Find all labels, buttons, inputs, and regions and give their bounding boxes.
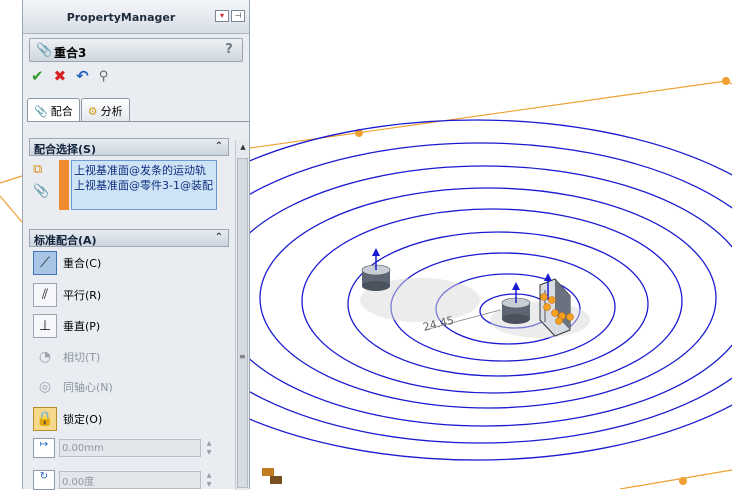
list-item[interactable]: 上视基准面@发条的运动轨 [74,163,214,178]
tab-label: 分析 [100,105,123,118]
mate-parallel[interactable]: ⫽ 平行(R) [33,282,101,308]
pushpin-icon[interactable]: ⚲ [99,69,109,84]
scroll-thumb[interactable] [237,158,248,488]
mate-coincident[interactable]: ⟋ 重合(C) [33,250,101,276]
group-title: 配合选择(S) [34,143,96,156]
tab-strip: 📎 配合 ⚙ 分析 [27,98,131,122]
selection-list[interactable]: 上视基准面@发条的运动轨 上视基准面@零件3-1@装配 [71,160,217,210]
collapse-chevron-icon[interactable]: ⌃ [215,232,223,243]
distance-field: ↦ ▲▼ [33,437,215,459]
window-options-icon[interactable]: ▾ [215,10,229,22]
tangent-icon: ◔ [38,349,52,365]
mate-label: 垂直(P) [63,320,101,333]
cylinder-part[interactable] [501,282,531,324]
mate-selections-box: ⧉ 📎 上视基准面@发条的运动轨 上视基准面@零件3-1@装配 [29,158,229,216]
mate-tangent[interactable]: ◔ 相切(T) [33,344,100,370]
mate-label: 重合(C) [63,257,102,270]
ok-checkmark-icon[interactable]: ✔ [31,67,44,85]
parallel-icon: ⫽ [33,283,57,307]
standard-mates-header[interactable]: 标准配合(A) ⌃ [29,229,229,247]
scroll-grip-icon: ≡ [239,352,246,361]
selection-color-bar [59,160,69,210]
help-button[interactable]: ? [221,42,237,58]
feature-title-bar: 📎 重合3 ? [29,38,243,62]
perpendicular-icon: ⊥ [33,314,57,338]
mate-clip-icon: 📎 [34,105,48,118]
analysis-icon: ⚙ [87,105,98,118]
tab-mates[interactable]: 📎 配合 [27,98,80,122]
property-manager-panel: PropertyManager ▾ ⊣ 📎 重合3 ? ✔ ✖ ↶ ⚲ 📎 配合 … [22,0,250,491]
cancel-x-icon[interactable]: ✖ [54,67,67,85]
distance-spinner[interactable]: ▲ ▼ [203,439,215,457]
tab-label: 配合 [50,105,73,118]
angle-field: ↻ ▲▼ [33,469,215,491]
mate-selections-header[interactable]: 配合选择(S) ⌃ [29,138,229,156]
property-manager-body: ▲ ≡ 配合选择(S) ⌃ ⧉ 📎 上视基准面@发条的运动轨 上视基准面@零件3… [27,121,249,491]
collapse-chevron-icon[interactable]: ⌃ [215,141,223,152]
distance-icon: ↦ [33,438,55,458]
tab-analysis[interactable]: ⚙ 分析 [80,98,130,122]
mate-clip-icon: 📎 [36,43,53,58]
scroll-up-icon[interactable]: ▲ [236,140,250,154]
mate-label: 相切(T) [63,351,101,364]
coincident-icon: ⟋ [33,251,57,275]
undo-icon[interactable]: ↶ [76,67,89,85]
mate-perpendicular[interactable]: ⊥ 垂直(P) [33,313,100,339]
selection-entity-icon: ⧉ [33,162,43,177]
triad-icon [262,468,282,484]
pin-panel-icon[interactable]: ⊣ [231,10,245,22]
selection-clip-icon: 📎 [33,184,50,199]
mate-concentric[interactable]: ◎ 同轴心(N) [33,374,113,400]
list-item[interactable]: 上视基准面@零件3-1@装配 [74,178,214,193]
mate-lock[interactable]: 🔒 锁定(O) [33,406,102,432]
vertical-scrollbar[interactable]: ▲ ≡ [235,140,249,490]
angle-input[interactable] [59,471,201,489]
concentric-icon: ◎ [38,379,52,395]
panel-title: PropertyManager [66,11,176,24]
mate-label: 同轴心(N) [63,381,113,394]
feature-name: 重合3 [54,46,87,60]
distance-input[interactable] [59,439,201,457]
angle-spinner[interactable]: ▲ ▼ [203,471,215,489]
mate-label: 平行(R) [63,289,102,302]
property-manager-header: PropertyManager ▾ ⊣ [23,0,249,34]
group-title: 标准配合(A) [34,234,97,247]
mate-label: 锁定(O) [63,413,103,426]
angle-icon: ↻ [33,470,55,490]
cylinder-part[interactable] [361,248,391,291]
action-buttons: ✔ ✖ ↶ ⚲ [31,66,108,86]
lock-icon: 🔒 [33,407,57,431]
